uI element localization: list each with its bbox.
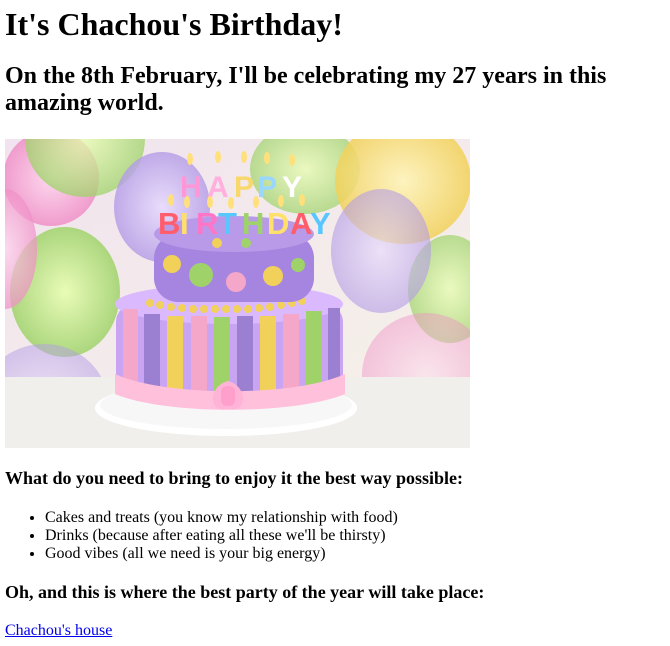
page-title: It's Chachou's Birthday! — [5, 6, 343, 42]
svg-text:P: P — [257, 171, 277, 204]
svg-text:D: D — [267, 206, 289, 241]
svg-text:H: H — [242, 206, 264, 241]
svg-text:H: H — [180, 171, 202, 204]
svg-text:T: T — [218, 206, 237, 241]
location-link[interactable]: Chachou's house — [5, 621, 112, 640]
location-heading: Oh, and this is where the best party of … — [5, 582, 485, 602]
svg-text:I: I — [180, 206, 189, 241]
page-subtitle: On the 8th February, I'll be celebrating… — [5, 63, 607, 116]
bring-heading: What do you need to bring to enjoy it th… — [5, 468, 464, 488]
bring-list: Cakes and treats (you know my relationsh… — [5, 509, 398, 563]
list-item: Cakes and treats (you know my relationsh… — [45, 509, 398, 527]
svg-text:B: B — [158, 206, 180, 241]
svg-text:P: P — [234, 171, 254, 204]
svg-text:Y: Y — [282, 171, 302, 204]
svg-text:Y: Y — [310, 206, 331, 241]
svg-text:R: R — [196, 206, 218, 241]
list-item: Drinks (because after eating all these w… — [45, 527, 398, 545]
list-item: Good vibes (all we need is your big ener… — [45, 545, 398, 563]
birthday-cake-image: H A P P Y B I R T H D A Y — [5, 139, 470, 448]
